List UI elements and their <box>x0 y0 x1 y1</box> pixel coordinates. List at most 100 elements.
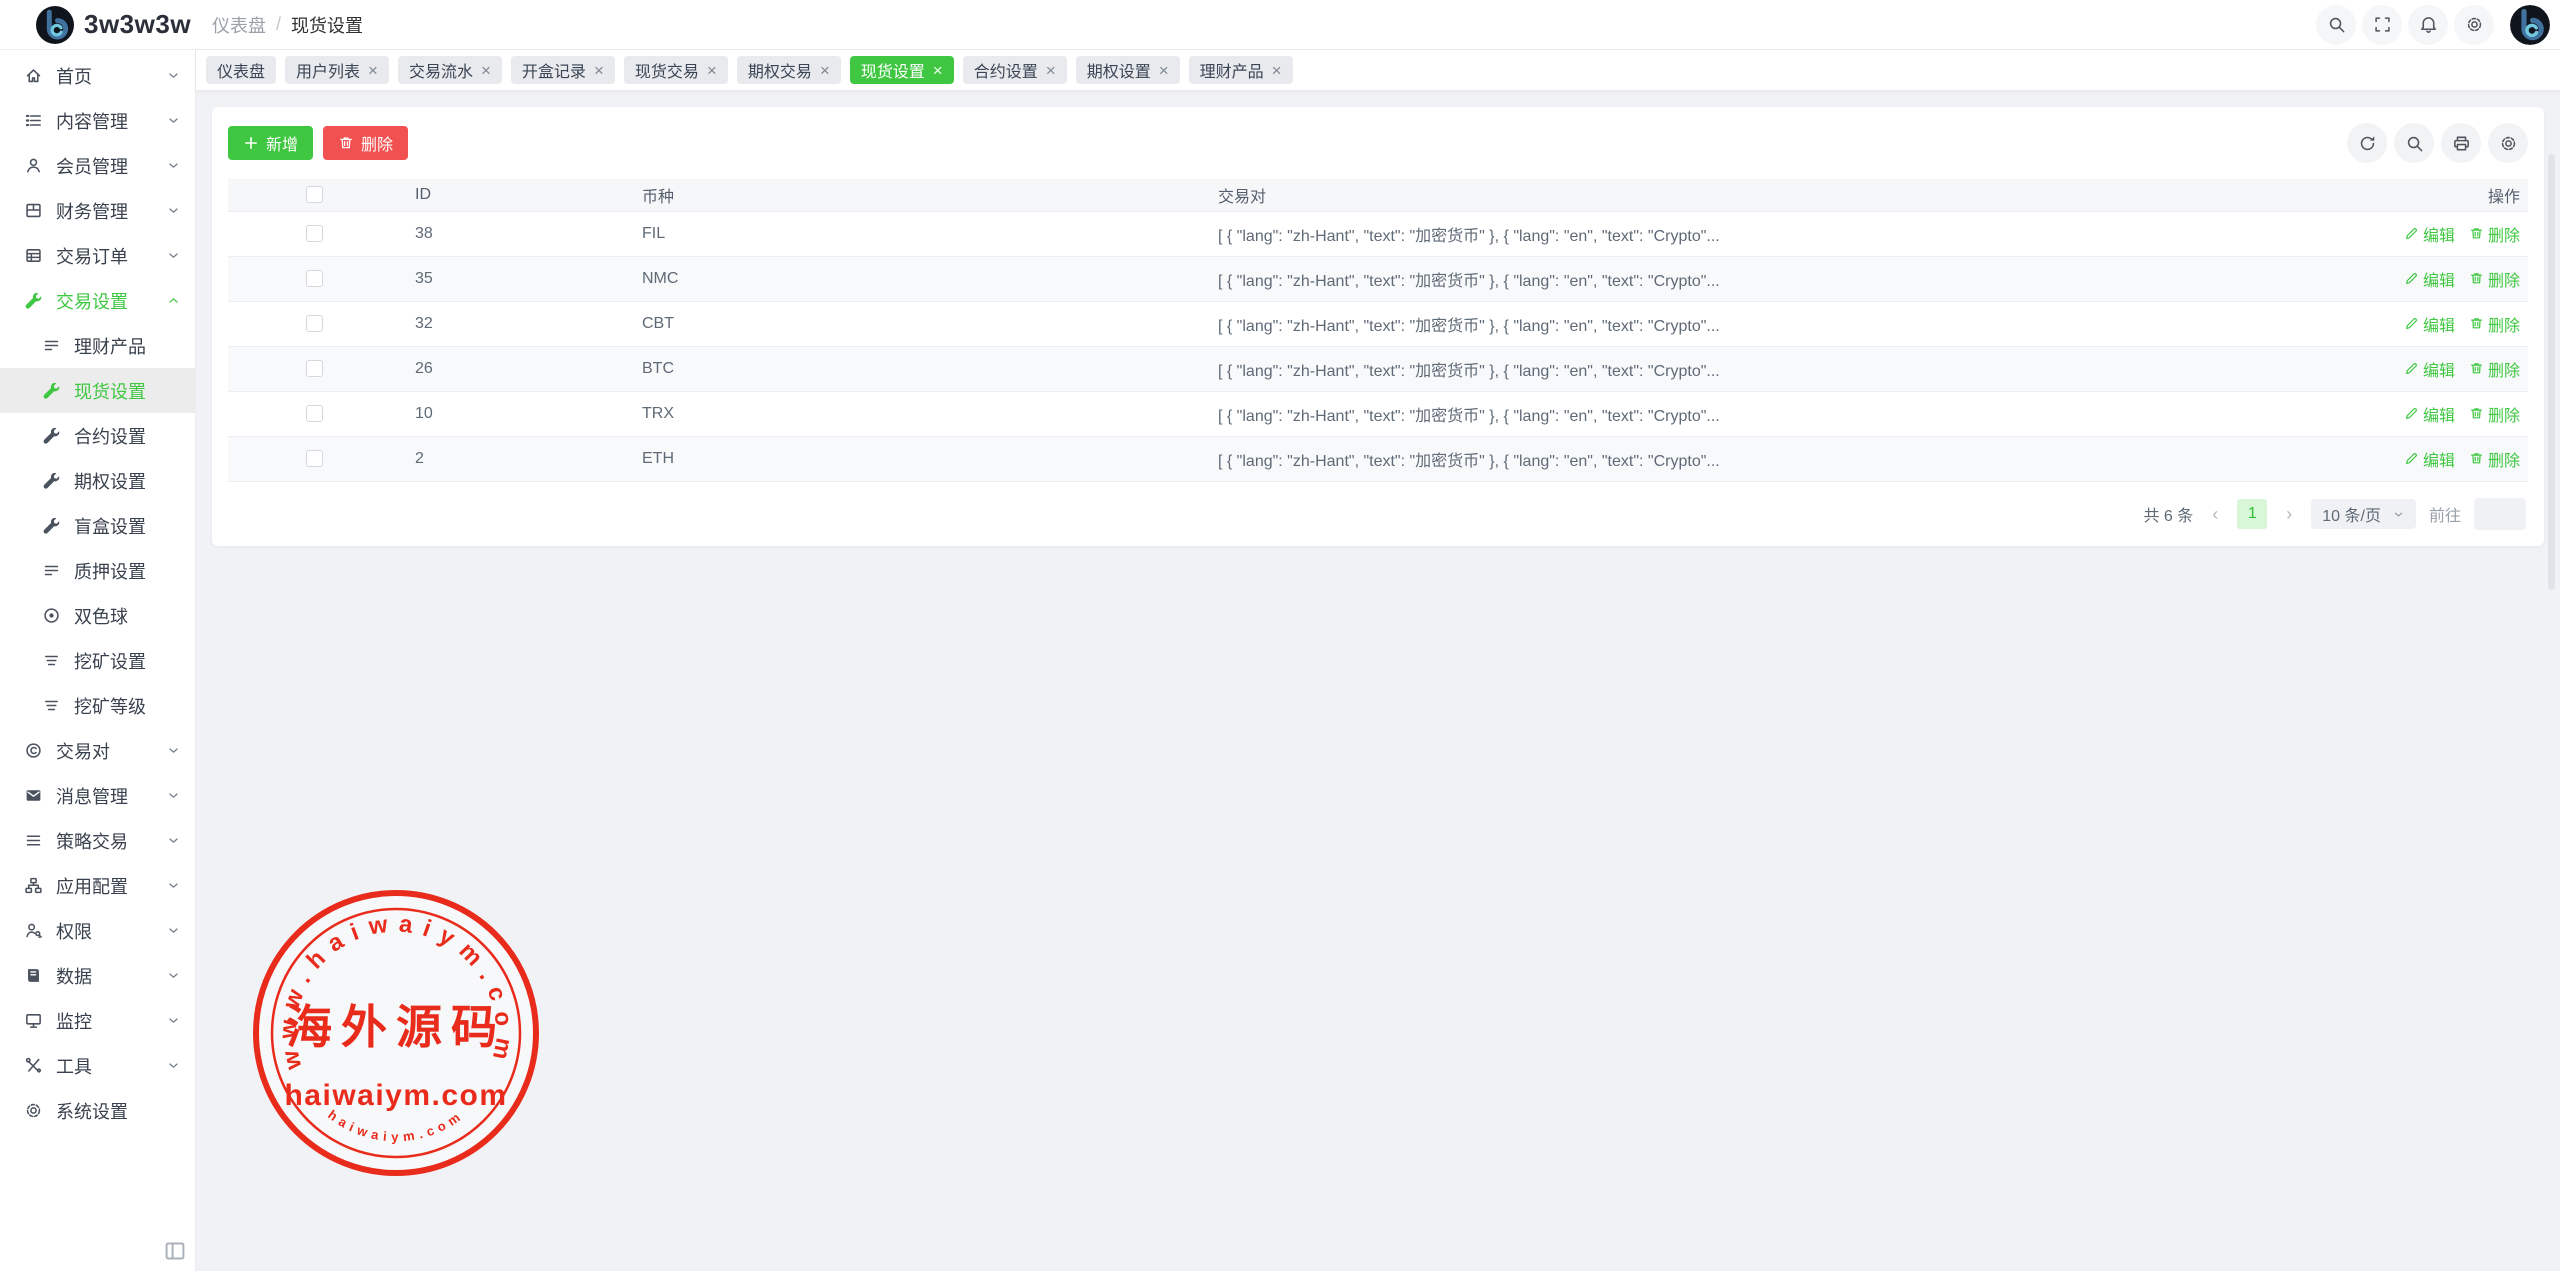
sidebar-subitem[interactable]: 挖矿等级 <box>0 683 195 728</box>
edit-button[interactable]: 编辑 <box>2404 447 2455 471</box>
close-icon[interactable]: × <box>594 62 604 79</box>
scrollbar-thumb[interactable] <box>2548 154 2555 590</box>
sidebar-subitem[interactable]: 盲盒设置 <box>0 503 195 548</box>
sidebar-item[interactable]: 交易对 <box>0 728 195 773</box>
close-icon[interactable]: × <box>481 62 491 79</box>
close-icon[interactable]: × <box>820 62 830 79</box>
row-delete-button[interactable]: 删除 <box>2469 222 2520 246</box>
close-icon[interactable]: × <box>1272 62 1282 79</box>
gear-button[interactable] <box>2454 5 2494 45</box>
search-button[interactable] <box>2316 5 2356 45</box>
table-printer-button[interactable] <box>2441 123 2481 163</box>
add-button[interactable]: 新增 <box>228 126 313 160</box>
edit-button[interactable]: 编辑 <box>2404 312 2455 336</box>
sidebar-item[interactable]: 监控 <box>0 998 195 1043</box>
sidebar-item[interactable]: 会员管理 <box>0 143 195 188</box>
tab-item[interactable]: 现货交易 × <box>624 56 728 84</box>
page-number[interactable]: 1 <box>2237 499 2267 529</box>
tab-item[interactable]: 合约设置× <box>963 56 1067 84</box>
row-checkbox[interactable] <box>306 270 323 287</box>
tab-item[interactable]: 现货设置× <box>850 56 954 84</box>
coin-cell: BTC <box>627 347 1203 392</box>
sidebar-item[interactable]: 交易订单 <box>0 233 195 278</box>
table-refresh-button[interactable] <box>2347 123 2387 163</box>
edit-button[interactable]: 编辑 <box>2404 222 2455 246</box>
table-gear-button[interactable] <box>2488 123 2528 163</box>
sidebar-item[interactable]: 策略交易 <box>0 818 195 863</box>
sidebar-item[interactable]: 首页 <box>0 53 195 98</box>
lines-icon <box>42 651 61 670</box>
sidebar-subitem[interactable]: 现货设置 <box>0 368 195 413</box>
select-all-header-cell <box>228 179 400 212</box>
pair-cell: [ { "lang": "zh-Hant", "text": "加密货币" },… <box>1203 257 2298 302</box>
tab-item[interactable]: 期权交易× <box>737 56 841 84</box>
fullscreen-button[interactable] <box>2362 5 2402 45</box>
close-icon[interactable]: × <box>368 62 378 79</box>
tab-label: 现货交易 <box>635 58 699 82</box>
breadcrumb-root[interactable]: 仪表盘 <box>212 12 266 38</box>
id-cell: 2 <box>400 437 627 482</box>
sidebar-subitem[interactable]: 合约设置 <box>0 413 195 458</box>
add-button-label: 新增 <box>266 131 298 155</box>
coin-cell: FIL <box>627 212 1203 257</box>
page-jump-input[interactable] <box>2474 498 2526 530</box>
tab-item[interactable]: 理财产品 × <box>1189 56 1293 84</box>
bell-button[interactable] <box>2408 5 2448 45</box>
sidebar-item[interactable]: 应用配置 <box>0 863 195 908</box>
row-delete-button[interactable]: 删除 <box>2469 357 2520 381</box>
edit-button[interactable]: 编辑 <box>2404 267 2455 291</box>
row-checkbox[interactable] <box>306 225 323 242</box>
edit-button-label: 编辑 <box>2423 402 2455 426</box>
sidebar-item[interactable]: 财务管理 <box>0 188 195 233</box>
tab-item[interactable]: 仪表盘 <box>206 56 276 84</box>
close-icon[interactable]: × <box>707 62 717 79</box>
row-checkbox[interactable] <box>306 360 323 377</box>
select-all-checkbox[interactable] <box>306 186 323 203</box>
chevron-down-icon <box>166 833 181 848</box>
sidebar-item-label: 消息管理 <box>56 783 128 809</box>
prev-page-button[interactable]: ‹ <box>2206 504 2224 525</box>
sidebar-item[interactable]: 消息管理 <box>0 773 195 818</box>
sidebar-subitem[interactable]: 挖矿设置 <box>0 638 195 683</box>
tab-item[interactable]: 开盒记录× <box>511 56 615 84</box>
tab-item[interactable]: 交易流水× <box>398 56 502 84</box>
row-select-cell <box>228 437 400 482</box>
close-icon[interactable]: × <box>1046 62 1056 79</box>
sidebar-subitem[interactable]: 理财产品 <box>0 323 195 368</box>
table-search-button[interactable] <box>2394 123 2434 163</box>
avatar[interactable] <box>2510 5 2550 45</box>
close-icon[interactable]: × <box>933 62 943 79</box>
sidebar-item[interactable]: 工具 <box>0 1043 195 1088</box>
delete-button[interactable]: 删除 <box>323 126 408 160</box>
sidebar-item[interactable]: 内容管理 <box>0 98 195 143</box>
close-icon[interactable]: × <box>1159 62 1169 79</box>
tab-item[interactable]: 用户列表× <box>285 56 389 84</box>
sidebar-subitem[interactable]: 质押设置 <box>0 548 195 593</box>
edit-button[interactable]: 编辑 <box>2404 357 2455 381</box>
sidebar-item[interactable]: 系统设置 <box>0 1088 195 1133</box>
row-delete-button[interactable]: 删除 <box>2469 312 2520 336</box>
row-delete-button[interactable]: 删除 <box>2469 402 2520 426</box>
home-icon <box>24 66 43 85</box>
row-checkbox[interactable] <box>306 315 323 332</box>
edit-button[interactable]: 编辑 <box>2404 402 2455 426</box>
sidebar-subitem[interactable]: 期权设置 <box>0 458 195 503</box>
list-icon <box>42 336 61 355</box>
row-delete-button[interactable]: 删除 <box>2469 267 2520 291</box>
page-size-select[interactable]: 10 条/页 <box>2311 499 2416 529</box>
collapse-sidebar-icon[interactable] <box>163 1239 187 1263</box>
logo-area[interactable]: 3w3w3w <box>0 6 196 44</box>
sidebar-item[interactable]: 权限 <box>0 908 195 953</box>
tab-label: 理财产品 <box>1200 58 1264 82</box>
sidebar-subitem-label: 质押设置 <box>74 558 146 584</box>
row-checkbox[interactable] <box>306 450 323 467</box>
sidebar-subitem-label: 盲盒设置 <box>74 513 146 539</box>
sidebar-item[interactable]: 交易设置 <box>0 278 195 323</box>
next-page-button[interactable]: › <box>2280 504 2298 525</box>
row-checkbox[interactable] <box>306 405 323 422</box>
tab-item[interactable]: 期权设置× <box>1076 56 1180 84</box>
table-row: 35NMC[ { "lang": "zh-Hant", "text": "加密货… <box>228 257 2528 302</box>
row-delete-button[interactable]: 删除 <box>2469 447 2520 471</box>
sidebar-subitem[interactable]: 双色球 <box>0 593 195 638</box>
sidebar-item[interactable]: 数据 <box>0 953 195 998</box>
